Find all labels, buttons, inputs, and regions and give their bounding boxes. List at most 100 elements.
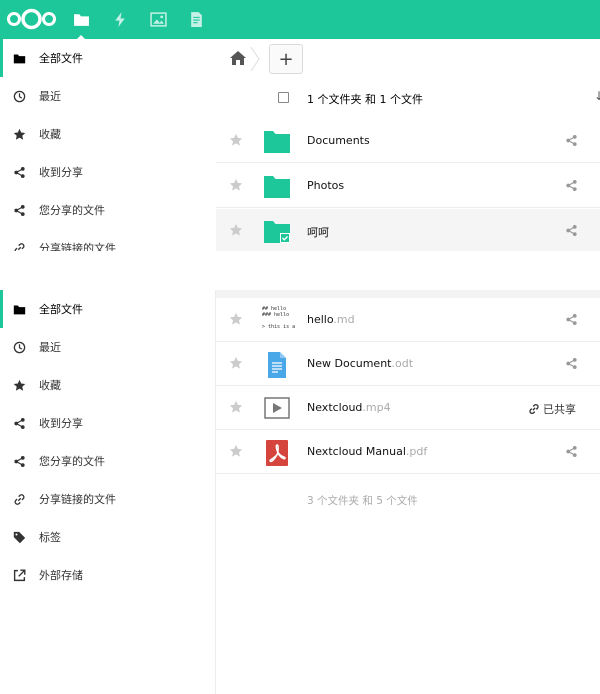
add-new-button[interactable]: +: [269, 44, 303, 74]
file-name[interactable]: hello.md: [307, 313, 355, 326]
share-icon[interactable]: [565, 357, 578, 370]
document-icon: [190, 11, 202, 27]
screenshot-gap: [0, 251, 600, 290]
file-row[interactable]: Documents: [216, 119, 600, 163]
file-row[interactable]: Nextcloud.mp4 已共享: [216, 386, 600, 430]
file-list-panel: ## hello ### hello > this is a t hello.m…: [216, 290, 600, 694]
sidebar-item-tags[interactable]: 标签: [0, 518, 215, 556]
sidebar-item-label: 分享链接的文件: [39, 493, 116, 506]
file-name[interactable]: Nextcloud.mp4: [307, 401, 391, 414]
share-icon[interactable]: [565, 179, 578, 192]
file-row[interactable]: Nextcloud Manual.pdf: [216, 430, 600, 474]
file-row[interactable]: 呵呵: [216, 209, 600, 251]
share-icon: [13, 455, 25, 467]
star-icon[interactable]: [229, 133, 243, 147]
sidebar-item-label: 收到分享: [39, 166, 83, 179]
files-app-button[interactable]: [71, 9, 91, 29]
shared-status[interactable]: 已共享: [528, 401, 576, 417]
sidebar-item-recent[interactable]: 最近: [0, 77, 216, 115]
sort-arrow-icon[interactable]: ↓: [594, 89, 600, 103]
sidebar-item-all-files[interactable]: 全部文件: [0, 39, 216, 77]
sidebar-item-shared-by-you[interactable]: 您分享的文件: [0, 191, 216, 229]
sidebar-navigation: 全部文件 最近 收藏 收到分享 您分享的文件 分享链接的文件 标签 外部存储: [0, 290, 216, 694]
sidebar-item-shared-by-link[interactable]: 分享链接的文件: [0, 480, 215, 518]
star-icon: [13, 379, 25, 391]
sidebar-item-shared-by-you[interactable]: 您分享的文件: [0, 442, 215, 480]
file-row[interactable]: ## hello ### hello > this is a t hello.m…: [216, 298, 600, 342]
sidebar-item-label: 最近: [39, 90, 61, 103]
share-icon[interactable]: [565, 313, 578, 326]
activity-app-button[interactable]: [110, 9, 130, 29]
share-icon[interactable]: [565, 445, 578, 458]
tag-icon: [13, 531, 25, 543]
select-all-checkbox[interactable]: [278, 92, 289, 103]
breadcrumb-separator-icon: [250, 47, 260, 71]
folder-icon: [13, 53, 25, 63]
gallery-app-button[interactable]: [148, 9, 168, 29]
sidebar-item-favorites[interactable]: 收藏: [0, 366, 215, 404]
clock-icon: [13, 90, 25, 102]
sidebar-item-external-storage[interactable]: 外部存储: [0, 556, 215, 594]
shared-label: 已共享: [543, 403, 576, 416]
sidebar-item-recent[interactable]: 最近: [0, 328, 215, 366]
text-document-icon: [268, 352, 286, 378]
notes-app-button[interactable]: [186, 9, 206, 29]
sidebar-item-label: 收藏: [39, 379, 61, 392]
sidebar-item-shared-with-you[interactable]: 收到分享: [0, 404, 215, 442]
share-icon[interactable]: [565, 134, 578, 147]
file-name[interactable]: Nextcloud Manual.pdf: [307, 445, 427, 458]
star-icon: [13, 128, 25, 140]
sidebar-item-shared-with-you[interactable]: 收到分享: [0, 153, 216, 191]
nextcloud-logo[interactable]: [5, 7, 58, 31]
clock-icon: [13, 341, 25, 353]
breadcrumb: +: [216, 39, 600, 77]
home-icon[interactable]: [230, 51, 246, 65]
top-header: [0, 0, 600, 39]
share-icon: [13, 204, 25, 216]
sidebar-item-label: 您分享的文件: [39, 455, 105, 468]
sidebar-item-label: 最近: [39, 341, 61, 354]
sidebar-item-label: 标签: [39, 531, 61, 544]
star-icon[interactable]: [229, 400, 243, 414]
lightning-icon: [114, 11, 125, 27]
sidebar-item-label: 您分享的文件: [39, 204, 105, 217]
video-icon: [264, 397, 290, 419]
file-summary-footer: 3 个文件夹 和 5 个文件: [307, 495, 418, 507]
file-row[interactable]: New Document.odt: [216, 342, 600, 386]
link-icon: [14, 242, 24, 251]
sidebar-item-favorites[interactable]: 收藏: [0, 115, 216, 153]
file-name[interactable]: New Document.odt: [307, 357, 413, 370]
share-icon[interactable]: [565, 224, 578, 237]
star-icon[interactable]: [229, 356, 243, 370]
sidebar-item-label: 收藏: [39, 128, 61, 141]
shared-folder-icon: [264, 221, 290, 243]
file-row[interactable]: Photos: [216, 164, 600, 208]
sidebar-item-all-files[interactable]: 全部文件: [0, 290, 215, 328]
sidebar-item-label: 全部文件: [39, 52, 83, 65]
star-icon[interactable]: [229, 223, 243, 237]
pdf-icon: [266, 440, 288, 466]
file-name[interactable]: Photos: [307, 179, 344, 192]
sidebar-item-label: 全部文件: [39, 303, 83, 316]
star-icon[interactable]: [229, 312, 243, 326]
sidebar-item-shared-by-link[interactable]: 分享链接的文件: [0, 229, 216, 251]
link-icon: [529, 404, 539, 414]
folder-icon: [264, 176, 290, 198]
file-name[interactable]: Documents: [307, 134, 370, 147]
image-icon: [149, 11, 167, 27]
file-summary-header: 1 个文件夹 和 1 个文件: [307, 93, 423, 106]
star-icon[interactable]: [229, 444, 243, 458]
sidebar-item-label: 分享链接的文件: [39, 242, 116, 251]
star-icon[interactable]: [229, 178, 243, 192]
folder-icon: [13, 304, 25, 314]
share-icon: [13, 417, 25, 429]
sidebar-navigation: 全部文件 最近 收藏 收到分享 您分享的文件 分享链接的文件: [0, 39, 216, 251]
file-list-panel: + 1 个文件夹 和 1 个文件 ↓ Documents Photos 呵呵: [216, 39, 600, 251]
markdown-preview-thumbnail: ## hello ### hello > this is a t: [262, 306, 296, 330]
sidebar-item-label: 外部存储: [39, 569, 83, 582]
list-top-strip: [216, 290, 600, 298]
external-icon: [13, 569, 25, 581]
share-icon: [13, 166, 25, 178]
file-name[interactable]: 呵呵: [307, 224, 329, 240]
file-list-header: 1 个文件夹 和 1 个文件 ↓: [216, 77, 600, 119]
